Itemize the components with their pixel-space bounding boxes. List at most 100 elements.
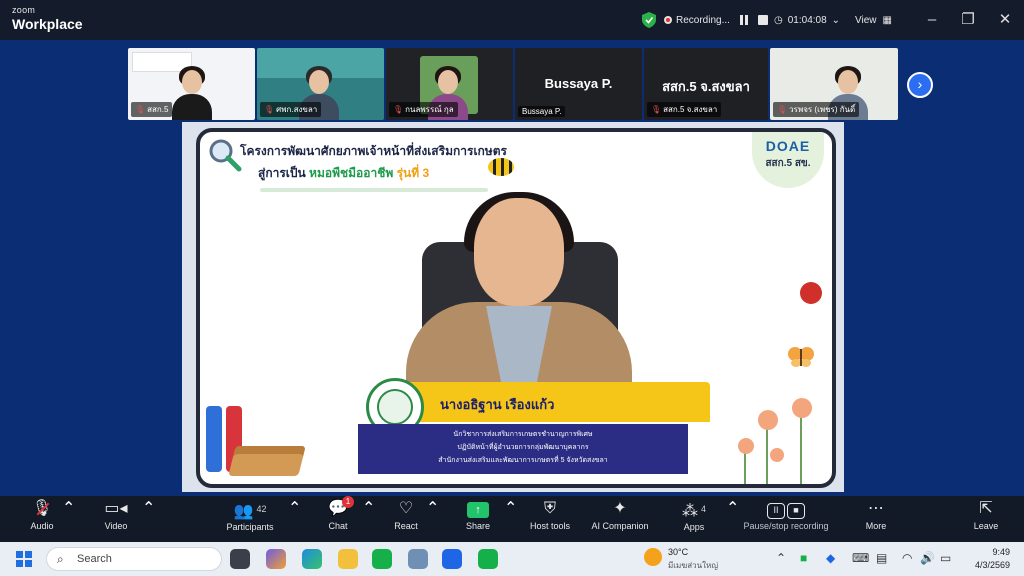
stop-recording-icon[interactable] [757, 15, 768, 25]
speaker-title-box: นักวิชาการส่งเสริมการเกษตรชำนาญการพิเศษ … [358, 424, 688, 474]
weather-icon [644, 548, 662, 566]
close-button[interactable]: ✕ [993, 10, 1017, 30]
leave-door-icon: ⇱ [979, 500, 993, 517]
participant-tile[interactable]: 🎙 สสก.5 [128, 48, 255, 120]
flower-stem [766, 424, 768, 484]
shared-slide: โครงการพัฒนาศักยภาพเจ้าหน้าที่ส่งเสริมกา… [196, 128, 836, 488]
file-explorer-icon[interactable] [338, 549, 358, 569]
keyboard-icon[interactable]: ⌨ [852, 551, 869, 565]
task-view-icon[interactable] [230, 549, 250, 569]
view-button[interactable]: View ▦ [855, 0, 892, 40]
butterfly-icon [788, 347, 814, 367]
taskbar-search-box[interactable]: ⌕ Search [46, 547, 222, 571]
apps-button[interactable]: ⁂ 4 Apps [656, 498, 732, 532]
taskbar-clock[interactable]: 9:49 4/3/2569 [975, 546, 1010, 572]
timer-value: 01:04:08 [787, 14, 827, 26]
weather-desc: มีเมฆส่วนใหญ่ [668, 561, 719, 570]
participants-icon: 👥 42 [233, 503, 267, 520]
photos-app-icon[interactable] [408, 549, 428, 569]
next-page-arrow-icon[interactable]: › [907, 72, 933, 98]
participant-name: 🎙 ศพก.สงขลา [260, 102, 322, 117]
participants-options-caret[interactable]: ⌃ [288, 498, 301, 518]
speaker-title-2: ปฏิบัติหน้าที่ผู้อำนวยการกลุ่มพัฒนาบุคลา… [457, 444, 589, 451]
line-app-icon-2[interactable] [478, 549, 498, 569]
apps-options-caret[interactable]: ⌃ [726, 498, 739, 518]
apps-icon: ⁂ 4 [681, 503, 706, 520]
security-shield-icon[interactable] [642, 0, 660, 40]
search-placeholder: Search [77, 553, 112, 565]
participant-tile[interactable]: Bussaya P. Bussaya P. [515, 48, 642, 120]
participant-tile[interactable]: 🎙 ศพก.สงขลา [257, 48, 384, 120]
sparkle-icon: ✦ [613, 500, 627, 517]
chat-icon: 💬 1 [328, 496, 354, 520]
language-icon[interactable]: ▤ [876, 551, 887, 565]
ai-companion-button[interactable]: ✦ AI Companion [580, 498, 660, 531]
speaker-title-1: นักวิชาการส่งเสริมการเกษตรชำนาญการพิเศษ [453, 431, 593, 438]
slide-heading-line1: โครงการพัฒนาศักยภาพเจ้าหน้าที่ส่งเสริมกา… [240, 144, 507, 158]
record-controls-icon: II ■ [767, 503, 805, 519]
view-label: View [855, 14, 877, 26]
wifi-icon[interactable]: ◠ [902, 551, 912, 565]
audio-options-caret[interactable]: ⌃ [62, 498, 75, 518]
muted-mic-icon: 🎙 [651, 105, 662, 114]
maximize-button[interactable]: ❐ [956, 10, 980, 30]
participant-strip: 🎙 สสก.5 🎙 ศพก.สงขลา 🎙 กนลพรรณ์ กุล Bussaya … [128, 48, 898, 120]
tray-overflow-icon[interactable]: ⌃ [776, 551, 786, 565]
speaker-name: นางอธิฐาน เรืองแก้ว [440, 397, 555, 412]
flower-icon [758, 410, 778, 430]
weather-temp: 30°C [668, 547, 689, 557]
copilot-icon[interactable] [266, 549, 286, 569]
clock-date: 4/3/2569 [974, 560, 1010, 570]
muted-mic-icon: 🎙 [393, 105, 404, 114]
participant-display-name: สสก.5 จ.สงขลา [662, 79, 750, 94]
meeting-toolbar: 🎙 Audio ⌃ ▭◂ Video ⌃ 👥42 Participants ⌃ … [0, 496, 1024, 542]
battery-icon[interactable]: ▭ [940, 551, 951, 565]
heading-underline [260, 188, 488, 192]
volume-icon[interactable]: 🔊 [920, 551, 935, 565]
tray-zoom-icon[interactable]: ◆ [826, 551, 835, 565]
minimize-button[interactable]: – [920, 10, 944, 30]
zoom-app-icon[interactable] [442, 549, 462, 569]
participant-tile[interactable]: 🎙 กนลพรรณ์ กุล [386, 48, 513, 120]
more-dots-icon: ⋯ [868, 500, 884, 517]
flower-icon [770, 448, 784, 462]
tray-line-icon[interactable]: ■ [800, 551, 807, 565]
recording-cloud-icon [664, 16, 672, 24]
participant-tile[interactable]: สสก.5 จ.สงขลา 🎙 สสก.5 จ.สงขลา [644, 48, 768, 120]
edge-browser-icon[interactable] [302, 549, 322, 569]
weather-widget[interactable]: 30°C มีเมฆส่วนใหญ่ [644, 546, 718, 572]
flower-icon [792, 398, 812, 418]
app-logo: zoom Workplace [12, 5, 83, 32]
participant-tile[interactable]: 🎙 วรพจร (เพชร) กันดิ์ [770, 48, 898, 120]
recording-indicator[interactable]: Recording... [664, 0, 768, 40]
clock-icon: ◷ [774, 14, 783, 26]
react-options-caret[interactable]: ⌃ [426, 498, 439, 518]
pause-stop-recording-button[interactable]: II ■ Pause/stop recording [738, 498, 834, 531]
participants-button[interactable]: 👥 42 Participants [212, 498, 288, 532]
eraser-icon [228, 446, 306, 476]
video-options-caret[interactable]: ⌃ [142, 498, 155, 518]
brand-big: Workplace [12, 16, 83, 32]
pause-recording-icon[interactable] [739, 15, 748, 25]
grid-view-icon: ▦ [882, 14, 892, 26]
shield-icon: ⛨ [543, 500, 556, 517]
more-button[interactable]: ⋯ More [838, 498, 914, 531]
brand-small: zoom [12, 5, 36, 15]
heart-icon: ♡ [398, 500, 414, 517]
search-icon: ⌕ [57, 552, 64, 566]
leave-button[interactable]: ⇱ Leave [948, 498, 1024, 531]
video-camera-icon: ▭◂ [104, 500, 128, 517]
participant-name: 🎙 วรพจร (เพชร) กันดิ์ [773, 102, 860, 117]
bee-icon [488, 158, 514, 176]
title-bar: zoom Workplace Recording... ◷ 01:04:08 ⌄… [0, 0, 1024, 40]
ladybug-icon [800, 282, 822, 304]
participant-name: 🎙 กนลพรรณ์ กุล [389, 102, 458, 117]
line-app-icon[interactable] [372, 549, 392, 569]
muted-mic-icon: 🎙 [135, 105, 146, 114]
windows-start-icon[interactable] [16, 551, 32, 567]
blue-marker-icon [206, 406, 222, 472]
meeting-timer[interactable]: ◷ 01:04:08 ⌄ [774, 0, 840, 40]
host-tools-button[interactable]: ⛨ Host tools [512, 498, 588, 531]
chevron-down-icon: ⌄ [831, 14, 841, 26]
doae-logo: DOAE สสก.5 สข. [752, 132, 824, 188]
